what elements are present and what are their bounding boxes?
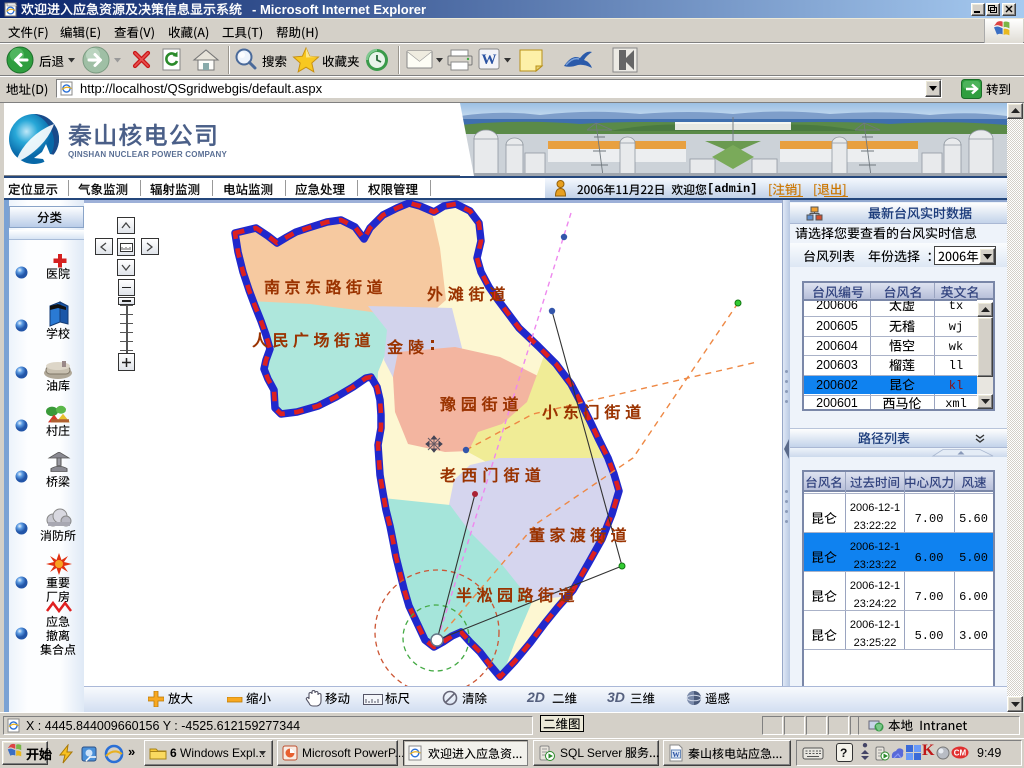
svg-text:W: W (482, 52, 497, 68)
svg-text:CM: CM (954, 749, 967, 758)
svg-text:W: W (672, 750, 680, 759)
